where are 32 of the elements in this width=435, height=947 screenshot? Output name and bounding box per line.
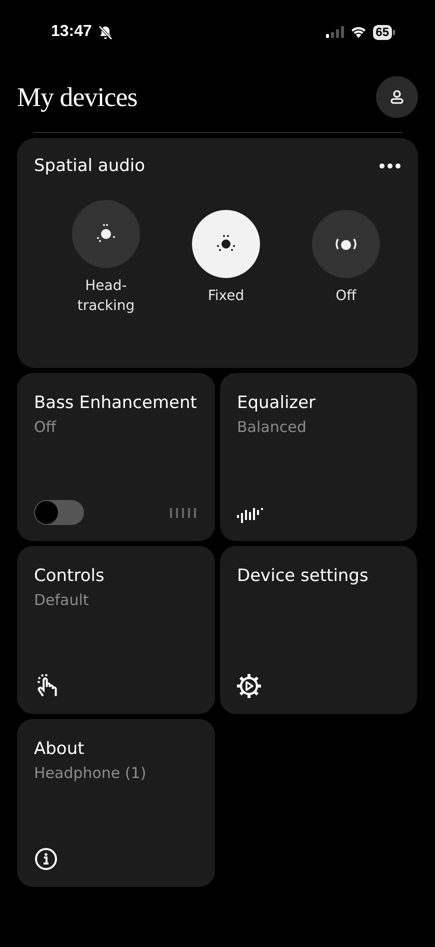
tile-title: Controls [34, 566, 106, 586]
tile-subtitle: Default [34, 591, 90, 609]
equalizer-tile[interactable]: Equalizer Balanced [220, 373, 417, 541]
about-tile[interactable]: About Headphone (1) [17, 719, 215, 887]
sound-wave-icon [237, 507, 263, 525]
info-icon [34, 847, 58, 871]
signal-icon [326, 26, 344, 38]
tile-title: Equalizer [237, 393, 317, 413]
clock-time: 13:47 [51, 23, 92, 41]
level-ticks-icon [170, 508, 198, 518]
tile-title: Bass Enhancement [34, 393, 198, 413]
settings-tile[interactable]: Device settings [220, 546, 417, 714]
tile-subtitle: Headphone (1) [34, 764, 148, 782]
more-icon[interactable] [379, 163, 401, 169]
gear-play-icon [237, 674, 261, 698]
tile-title: About [34, 739, 86, 759]
head-brackets-icon [334, 236, 358, 252]
mode-label: Head- tracking [77, 277, 135, 316]
battery-level: 65 [372, 24, 392, 40]
page-title: My devices [17, 82, 138, 112]
wifi-icon [350, 26, 367, 38]
controls-tile[interactable]: Controls Default [17, 546, 215, 714]
person-icon [390, 90, 404, 104]
toggle-switch[interactable] [34, 500, 84, 525]
bass-tile[interactable]: Bass Enhancement Off [17, 373, 215, 541]
mode-label: Fixed [208, 287, 244, 306]
card-title: Spatial audio [34, 156, 146, 176]
tile-subtitle: Off [34, 418, 58, 436]
profile-button[interactable] [376, 76, 418, 118]
mode-label: Off [336, 287, 356, 306]
tile-title: Device settings [237, 566, 370, 586]
tile-subtitle: Balanced [237, 418, 308, 436]
